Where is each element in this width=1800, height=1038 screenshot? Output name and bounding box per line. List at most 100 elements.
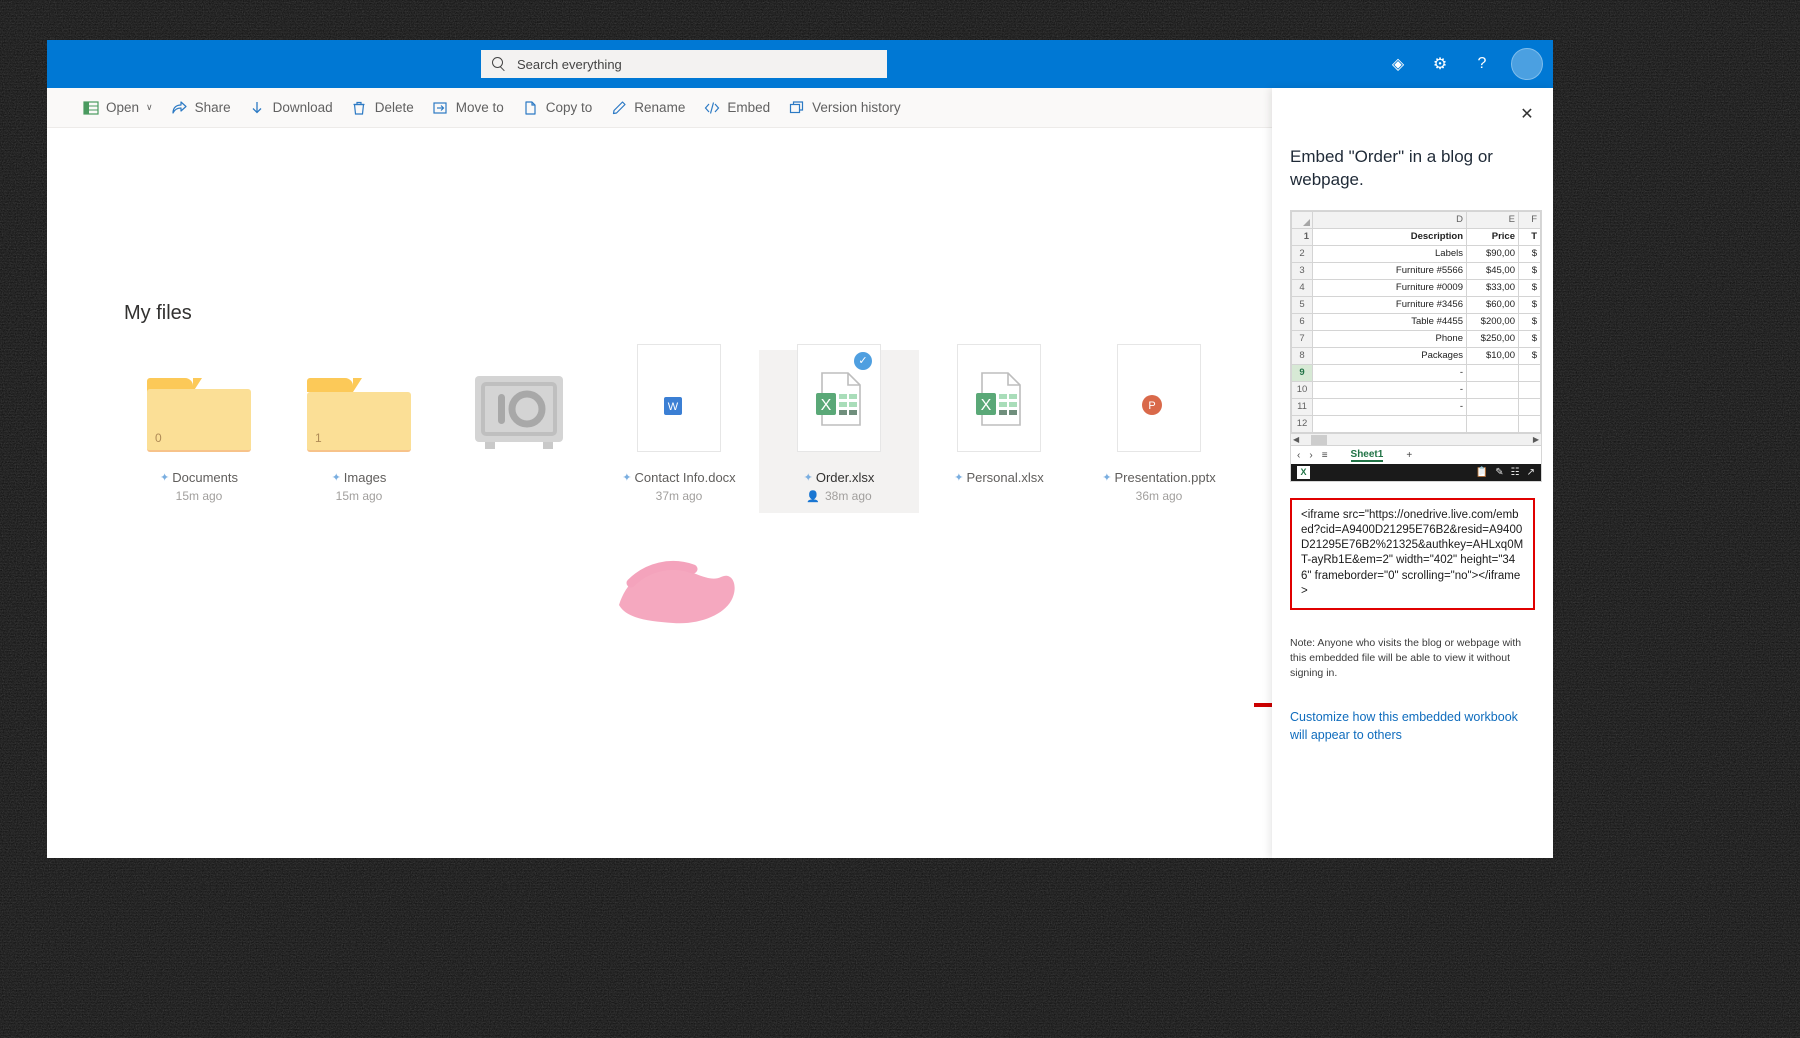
cell-price[interactable] bbox=[1466, 414, 1519, 433]
cell-total[interactable] bbox=[1518, 397, 1541, 416]
toolbar-version-history-button[interactable]: Version history bbox=[779, 88, 910, 128]
cell-description[interactable]: - bbox=[1312, 380, 1467, 399]
cell-total[interactable]: $ bbox=[1518, 278, 1541, 297]
file-tile-placeholder[interactable] bbox=[439, 350, 599, 513]
scroll-left-icon[interactable]: ◀ bbox=[1293, 435, 1299, 444]
cell-description[interactable] bbox=[1312, 414, 1467, 433]
cell-total[interactable] bbox=[1518, 363, 1541, 382]
spreadsheet-row: 4 Furniture #0009 $33,00 $ bbox=[1291, 278, 1541, 297]
cell-total[interactable]: T bbox=[1518, 227, 1541, 246]
view-layout-icon[interactable]: ☷ bbox=[1511, 467, 1520, 478]
toolbar-embed-button[interactable]: Embed bbox=[694, 88, 779, 128]
file-tile-presentation-pptx[interactable]: P ✦ Presentation.pptx 36m ago bbox=[1079, 344, 1239, 513]
tile-name-text: Order.xlsx bbox=[815, 470, 875, 485]
toolbar-share-button[interactable]: Share bbox=[162, 88, 240, 128]
cell-description[interactable]: Packages bbox=[1312, 346, 1467, 365]
copy-icon[interactable]: 📋 bbox=[1476, 467, 1488, 478]
cell-description[interactable]: - bbox=[1312, 397, 1467, 416]
row-header-1[interactable]: 1 bbox=[1291, 227, 1313, 246]
diamond-icon[interactable]: ◈ bbox=[1377, 40, 1419, 88]
add-sheet-icon[interactable]: + bbox=[1406, 450, 1412, 461]
cell-price[interactable]: $60,00 bbox=[1466, 295, 1519, 314]
row-header-6[interactable]: 6 bbox=[1291, 312, 1313, 331]
column-header-E[interactable]: E bbox=[1466, 210, 1519, 229]
file-tile-documents[interactable]: 0 ✦ Documents 15m ago bbox=[119, 350, 279, 513]
cell-description[interactable]: Labels bbox=[1312, 244, 1467, 263]
spreadsheet-table[interactable]: D E F 1 Description Price T 2 Labels $90,00 $3 Furn… bbox=[1291, 210, 1541, 433]
toolbar-delete-button[interactable]: Delete bbox=[342, 88, 423, 128]
row-header-4[interactable]: 4 bbox=[1291, 278, 1313, 297]
sparkle-icon: ✦ bbox=[954, 472, 964, 484]
cell-total[interactable]: $ bbox=[1518, 261, 1541, 280]
tile-meta-text: 36m ago bbox=[1135, 489, 1183, 503]
cell-description[interactable]: Furniture #0009 bbox=[1312, 278, 1467, 297]
cell-total[interactable]: $ bbox=[1518, 295, 1541, 314]
cell-description[interactable]: - bbox=[1312, 363, 1467, 382]
cell-description[interactable]: Furniture #3456 bbox=[1312, 295, 1467, 314]
selected-check-icon[interactable]: ✓ bbox=[854, 352, 872, 370]
help-icon[interactable]: ? bbox=[1461, 40, 1503, 88]
cell-total[interactable]: $ bbox=[1518, 312, 1541, 331]
column-header-D[interactable]: D bbox=[1312, 210, 1467, 229]
cell-description[interactable]: Furniture #5566 bbox=[1312, 261, 1467, 280]
cell-price[interactable]: $10,00 bbox=[1466, 346, 1519, 365]
file-tile-order-xlsx[interactable]: X ✓ ✦ Order.xlsx 👤 38m ago bbox=[759, 344, 919, 513]
cell-price[interactable]: $250,00 bbox=[1466, 329, 1519, 348]
sheet-tab-sheet1[interactable]: Sheet1 bbox=[1350, 449, 1384, 462]
cell-price[interactable] bbox=[1466, 397, 1519, 416]
file-thumbnail: W bbox=[637, 344, 721, 452]
row-header-11[interactable]: 11 bbox=[1291, 397, 1313, 416]
close-icon[interactable]: ✕ bbox=[1513, 100, 1541, 128]
row-header-5[interactable]: 5 bbox=[1291, 295, 1313, 314]
cell-total[interactable]: $ bbox=[1518, 346, 1541, 365]
toolbar-move-to-button[interactable]: Move to bbox=[423, 88, 513, 128]
cell-total[interactable]: $ bbox=[1518, 244, 1541, 263]
row-header-3[interactable]: 3 bbox=[1291, 261, 1313, 280]
settings-gear-icon[interactable]: ⚙ bbox=[1419, 40, 1461, 88]
edit-icon[interactable]: ✎ bbox=[1495, 467, 1503, 478]
cell-total[interactable]: $ bbox=[1518, 329, 1541, 348]
sheet-prev-icon[interactable]: ‹ bbox=[1297, 450, 1300, 461]
select-all-corner[interactable] bbox=[1291, 210, 1313, 229]
toolbar-copy-to-button[interactable]: Copy to bbox=[513, 88, 602, 128]
file-tile-personal-xlsx[interactable]: X ✦ Personal.xlsx bbox=[919, 344, 1079, 513]
row-header-10[interactable]: 10 bbox=[1291, 380, 1313, 399]
cell-description[interactable]: Phone bbox=[1312, 329, 1467, 348]
cell-description[interactable]: Description bbox=[1312, 227, 1467, 246]
cell-total[interactable] bbox=[1518, 414, 1541, 433]
row-header-7[interactable]: 7 bbox=[1291, 329, 1313, 348]
cell-price[interactable] bbox=[1466, 380, 1519, 399]
cell-total[interactable] bbox=[1518, 380, 1541, 399]
toolbar-item-label: Rename bbox=[634, 100, 686, 115]
cell-price[interactable]: $200,00 bbox=[1466, 312, 1519, 331]
column-header-F[interactable]: F bbox=[1518, 210, 1541, 229]
scroll-right-icon[interactable]: ▶ bbox=[1533, 435, 1539, 444]
cell-price[interactable]: $45,00 bbox=[1466, 261, 1519, 280]
customize-embed-link[interactable]: Customize how this embedded workbook wil… bbox=[1290, 708, 1535, 744]
cell-description[interactable]: Table #4455 bbox=[1312, 312, 1467, 331]
cell-price[interactable]: Price bbox=[1466, 227, 1519, 246]
horizontal-scrollbar[interactable]: ◀ ▶ bbox=[1291, 432, 1541, 446]
popout-icon[interactable]: ↗ bbox=[1527, 467, 1535, 478]
toolbar-download-button[interactable]: Download bbox=[240, 88, 342, 128]
row-header-9[interactable]: 9 bbox=[1291, 363, 1313, 382]
toolbar-rename-button[interactable]: Rename bbox=[601, 88, 694, 128]
search-input[interactable]: Search everything bbox=[481, 50, 887, 78]
row-header-2[interactable]: 2 bbox=[1291, 244, 1313, 263]
cell-price[interactable]: $90,00 bbox=[1466, 244, 1519, 263]
sheet-next-icon[interactable]: › bbox=[1309, 450, 1312, 461]
file-thumbnail: X bbox=[957, 344, 1041, 452]
sheet-menu-icon[interactable]: ≡ bbox=[1322, 450, 1328, 461]
folder-body: 1 bbox=[307, 392, 411, 452]
embed-code-box[interactable]: <iframe src="https://onedrive.live.com/e… bbox=[1290, 497, 1535, 610]
scroll-thumb[interactable] bbox=[1311, 434, 1328, 445]
file-tile-images[interactable]: 1 ✦ Images 15m ago bbox=[279, 350, 439, 513]
tile-thumbnail: X ✓ bbox=[779, 344, 899, 452]
row-header-12[interactable]: 12 bbox=[1291, 414, 1313, 433]
cell-price[interactable]: $33,00 bbox=[1466, 278, 1519, 297]
row-header-8[interactable]: 8 bbox=[1291, 346, 1313, 365]
toolbar-open-button[interactable]: Open ∨ bbox=[73, 88, 162, 128]
file-tile-contact-info-docx[interactable]: W ✦ Contact Info.docx 37m ago bbox=[599, 344, 759, 513]
cell-price[interactable] bbox=[1466, 363, 1519, 382]
avatar[interactable] bbox=[1511, 48, 1543, 80]
